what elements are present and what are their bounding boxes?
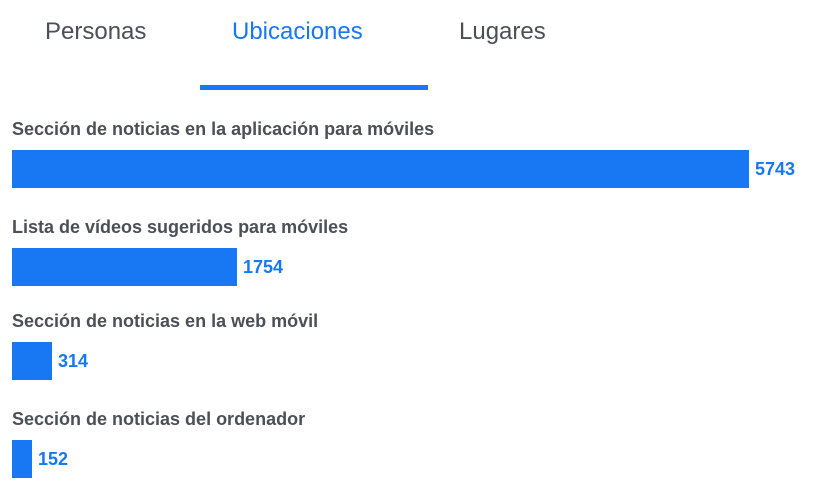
tab-lugares[interactable]: Lugares [459, 16, 546, 86]
bar-value-label: 5743 [755, 159, 796, 179]
bar [12, 150, 749, 188]
active-tab-indicator [200, 85, 428, 90]
chart-row: Sección de noticias en la aplicación par… [12, 116, 812, 194]
chart-row: Sección de noticias en la web móvil 314 [12, 308, 812, 386]
bar-value-label: 1754 [243, 257, 284, 277]
chart-row: Lista de vídeos sugeridos para móviles 1… [12, 214, 812, 292]
chart-row: Sección de noticias del ordenador 152 [12, 406, 812, 484]
bar [12, 440, 32, 478]
placement-tabs: Personas Ubicaciones Lugares [0, 0, 814, 90]
row-label: Lista de vídeos sugeridos para móviles [12, 217, 349, 237]
tab-personas[interactable]: Personas [45, 16, 146, 86]
bar [12, 248, 237, 286]
tab-ubicaciones[interactable]: Ubicaciones [232, 16, 363, 86]
row-label: Sección de noticias en la web móvil [12, 311, 319, 331]
placement-bar-chart: Sección de noticias en la aplicación par… [12, 116, 812, 478]
bar [12, 342, 52, 380]
bar-value-label: 314 [58, 351, 89, 371]
row-label: Sección de noticias en la aplicación par… [12, 119, 435, 139]
row-label: Sección de noticias del ordenador [12, 409, 306, 429]
